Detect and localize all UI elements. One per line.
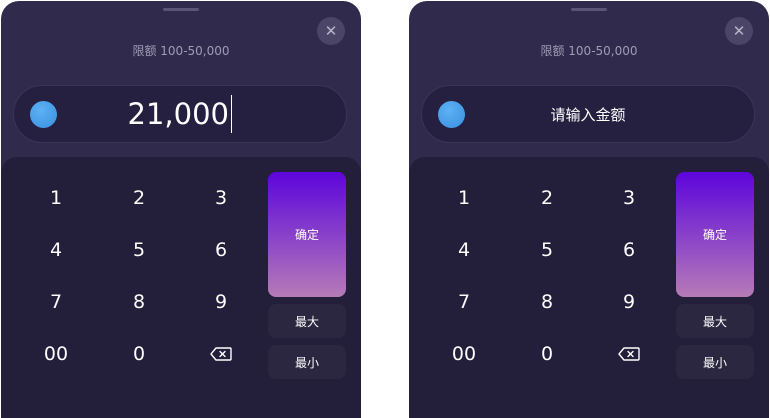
backspace-icon	[618, 347, 640, 361]
backspace-button[interactable]	[186, 332, 256, 376]
key-8[interactable]: 8	[104, 280, 174, 324]
key-6[interactable]: 6	[594, 228, 664, 272]
key-0[interactable]: 0	[512, 332, 582, 376]
limit-text: 限额 100-50,000	[132, 44, 230, 58]
amount-value: 21,000	[127, 97, 229, 131]
key-7[interactable]: 7	[429, 280, 499, 324]
key-9[interactable]: 9	[186, 280, 256, 324]
key-0[interactable]: 0	[104, 332, 174, 376]
key-5[interactable]: 5	[104, 228, 174, 272]
key-2[interactable]: 2	[104, 176, 174, 220]
text-caret	[230, 95, 233, 133]
close-icon: ✕	[324, 21, 338, 40]
key-3[interactable]: 3	[594, 176, 664, 220]
confirm-button[interactable]: 确定	[676, 172, 754, 297]
key-3[interactable]: 3	[186, 176, 256, 220]
amount-display: 21,000	[14, 86, 346, 142]
key-1[interactable]: 1	[429, 176, 499, 220]
max-button[interactable]: 最大	[676, 304, 754, 338]
backspace-button[interactable]	[594, 332, 664, 376]
limit-text: 限额 100-50,000	[540, 44, 638, 58]
close-button[interactable]: ✕	[725, 17, 753, 45]
key-1[interactable]: 1	[21, 176, 91, 220]
min-button[interactable]: 最小	[268, 345, 346, 379]
confirm-button[interactable]: 确定	[268, 172, 346, 297]
key-2[interactable]: 2	[512, 176, 582, 220]
amount-input[interactable]: 请输入金额	[421, 85, 755, 143]
key-9[interactable]: 9	[594, 280, 664, 324]
max-button[interactable]: 最大	[268, 304, 346, 338]
key-5[interactable]: 5	[512, 228, 582, 272]
key-6[interactable]: 6	[186, 228, 256, 272]
amount-placeholder: 请输入金额	[550, 105, 626, 124]
key-00[interactable]: 00	[429, 332, 499, 376]
key-00[interactable]: 00	[21, 332, 91, 376]
drag-handle[interactable]	[163, 8, 199, 11]
amount-dialog-filled: ✕ 限额 100-50,000 21,000 1 2 3 4 5 6 7 8 9…	[1, 1, 361, 418]
min-button[interactable]: 最小	[676, 345, 754, 379]
close-button[interactable]: ✕	[317, 17, 345, 45]
amount-dialog-empty: ✕ 限额 100-50,000 请输入金额 1 2 3 4 5 6 7 8 9 …	[409, 1, 769, 418]
close-icon: ✕	[732, 21, 746, 40]
key-4[interactable]: 4	[21, 228, 91, 272]
drag-handle[interactable]	[571, 8, 607, 11]
numeric-keypad: 1 2 3 4 5 6 7 8 9 00 0 确定 最大 最小	[409, 157, 769, 418]
numeric-keypad: 1 2 3 4 5 6 7 8 9 00 0 确定 最大 最小	[1, 157, 361, 418]
key-4[interactable]: 4	[429, 228, 499, 272]
amount-input[interactable]: 21,000	[13, 85, 347, 143]
key-7[interactable]: 7	[21, 280, 91, 324]
backspace-icon	[210, 347, 232, 361]
key-8[interactable]: 8	[512, 280, 582, 324]
